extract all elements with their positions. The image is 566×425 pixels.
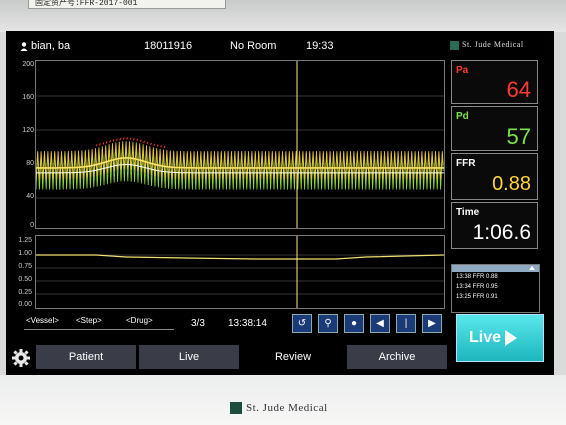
tab-review[interactable]: Review <box>242 345 344 369</box>
nav-underline <box>24 329 174 330</box>
pressure-tick: 80 <box>26 160 34 167</box>
ratio-tick: 0.25 <box>18 289 32 296</box>
tab-live[interactable]: Live <box>139 345 239 369</box>
person-icon <box>20 41 28 51</box>
ffr-trend-line <box>36 254 444 260</box>
ratio-tick: 0.75 <box>18 263 32 270</box>
time-value: 1:06.6 <box>472 221 531 244</box>
history-item[interactable]: 13:34 FFR 0.95 <box>456 284 498 290</box>
ffr-value: 0.88 <box>492 173 531 195</box>
cursor-icon: | <box>404 318 408 329</box>
brand-mark-icon <box>450 40 459 50</box>
patient-id: 18011916 <box>144 40 193 52</box>
measurement-history-list[interactable]: 13:38 FFR 0.88 13:34 FFR 0.95 13:25 FFR … <box>451 264 540 313</box>
asset-label: 固定资产号:FFR-2017-001 <box>28 0 226 9</box>
ffr-readout: FFR 0.88 <box>451 153 538 200</box>
pd-readout: Pd 57 <box>451 106 538 151</box>
patient-name: bian, ba <box>31 40 71 52</box>
clock: 19:33 <box>306 40 334 52</box>
cursor-time: 13:38:14 <box>228 318 267 329</box>
time-label: Time <box>456 207 480 218</box>
tab-patient[interactable]: Patient <box>36 345 136 369</box>
brand-mark-icon <box>230 402 242 415</box>
zoom-button[interactable]: ⚲ <box>318 314 338 333</box>
ratio-tick: 1.00 <box>18 250 32 257</box>
undo-icon: ↺ <box>297 318 307 329</box>
drug-selector[interactable]: <Drug> <box>126 316 153 334</box>
pa-readout: Pa 64 <box>451 60 538 104</box>
brand-name-bottom: St. Jude Medical <box>246 402 328 414</box>
pd-label: Pd <box>456 111 469 122</box>
ratio-tick: 0.00 <box>18 301 32 308</box>
pressure-waveform-plot[interactable] <box>35 60 445 229</box>
live-button-label: Live <box>469 329 502 346</box>
zoom-in-icon: ⚲ <box>324 318 332 329</box>
pa-peaks <box>95 137 166 149</box>
pa-label: Pa <box>456 65 469 76</box>
patient-name-area[interactable]: bian, ba <box>20 40 70 52</box>
pressure-tick: 160 <box>22 94 34 101</box>
pressure-waveform-svg <box>36 61 444 228</box>
device-bezel-bottom <box>0 375 566 425</box>
pressure-tick: 40 <box>26 193 34 200</box>
ratio-tick: 1.25 <box>18 237 32 244</box>
marker-icon: ● <box>350 318 358 329</box>
step-selector[interactable]: <Step> <box>76 316 102 334</box>
pressure-tick: 200 <box>22 61 34 68</box>
gear-icon[interactable] <box>11 348 31 368</box>
marker-button[interactable]: ● <box>344 314 364 333</box>
pd-value: 57 <box>506 124 531 149</box>
prev-icon: ◀ <box>376 318 384 329</box>
live-button[interactable]: Live <box>456 314 544 362</box>
page-indicator: 3/3 <box>191 318 205 329</box>
next-button[interactable]: ▶ <box>422 314 442 333</box>
prev-button[interactable]: ◀ <box>370 314 390 333</box>
pa-value: 64 <box>506 77 531 102</box>
time-readout: Time 1:06.6 <box>451 202 538 249</box>
room-label: No Room <box>230 40 277 52</box>
ratio-trend-plot[interactable] <box>35 235 445 309</box>
pressure-tick: 120 <box>22 127 34 134</box>
pressure-tick: 0 <box>30 222 34 229</box>
brand-logo-bottom: St. Jude Medical <box>230 402 328 415</box>
ratio-trend-svg <box>36 236 444 308</box>
undo-button[interactable]: ↺ <box>292 314 312 333</box>
tab-archive[interactable]: Archive <box>347 345 447 369</box>
ffr-label: FFR <box>456 158 476 169</box>
brand-name: St. Jude Medical <box>462 40 524 49</box>
play-icon <box>505 329 518 346</box>
history-item[interactable]: 13:25 FFR 0.91 <box>456 294 498 300</box>
history-item[interactable]: 13:38 FFR 0.88 <box>456 274 498 280</box>
cursor-button[interactable]: | <box>396 314 416 333</box>
brand-logo-top: St. Jude Medical <box>450 40 524 50</box>
ratio-tick: 0.50 <box>18 276 32 283</box>
pa-waveform <box>36 141 444 180</box>
history-scroll-up-icon[interactable] <box>452 265 539 272</box>
vessel-selector[interactable]: <Vessel> <box>26 316 59 334</box>
next-icon: ▶ <box>428 318 436 329</box>
pa-mean-line <box>36 157 444 169</box>
